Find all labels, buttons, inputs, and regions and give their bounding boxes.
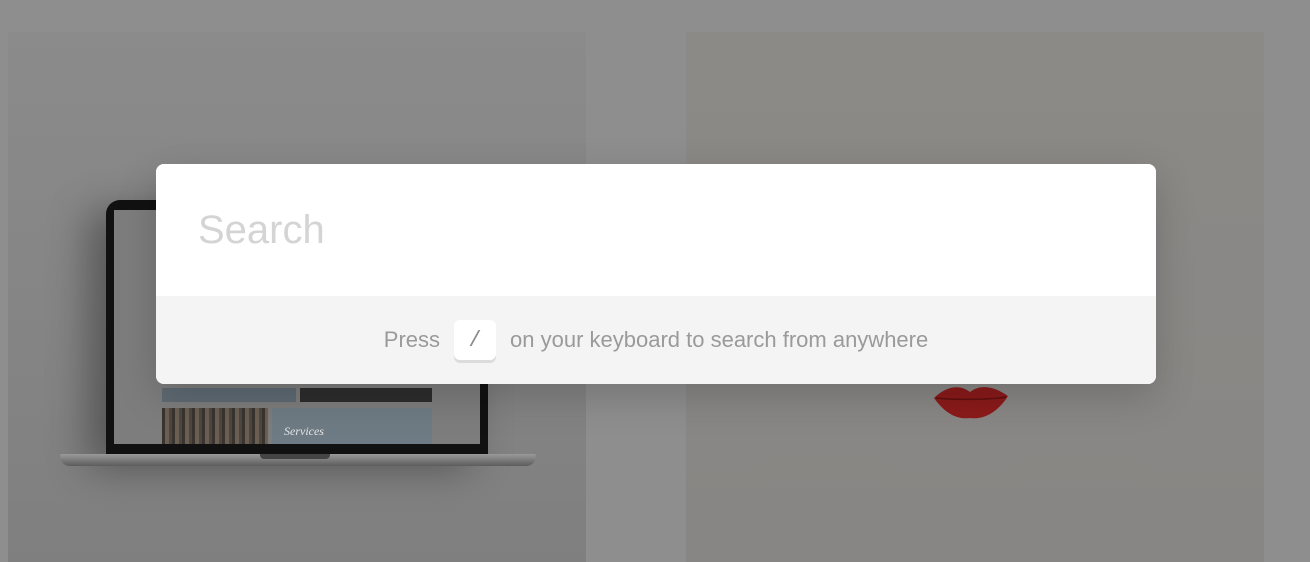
hint-suffix: on your keyboard to search from anywhere bbox=[510, 327, 929, 352]
screen-services-label: Services bbox=[284, 424, 324, 438]
laptop-notch bbox=[260, 454, 330, 459]
page: Services Press / on your keyboard to sea… bbox=[0, 0, 1310, 562]
search-input-area bbox=[156, 164, 1156, 296]
search-input[interactable] bbox=[198, 200, 1098, 260]
screen-block bbox=[300, 388, 432, 402]
lips-image bbox=[934, 387, 1008, 419]
search-modal: Press / on your keyboard to search from … bbox=[156, 164, 1156, 384]
slash-key-cap: / bbox=[454, 320, 497, 360]
search-hint-bar: Press / on your keyboard to search from … bbox=[156, 296, 1156, 384]
screen-block bbox=[162, 388, 296, 402]
screen-forest-image bbox=[162, 408, 268, 444]
hint-prefix: Press bbox=[383, 327, 441, 352]
screen-services-panel: Services bbox=[272, 408, 432, 444]
